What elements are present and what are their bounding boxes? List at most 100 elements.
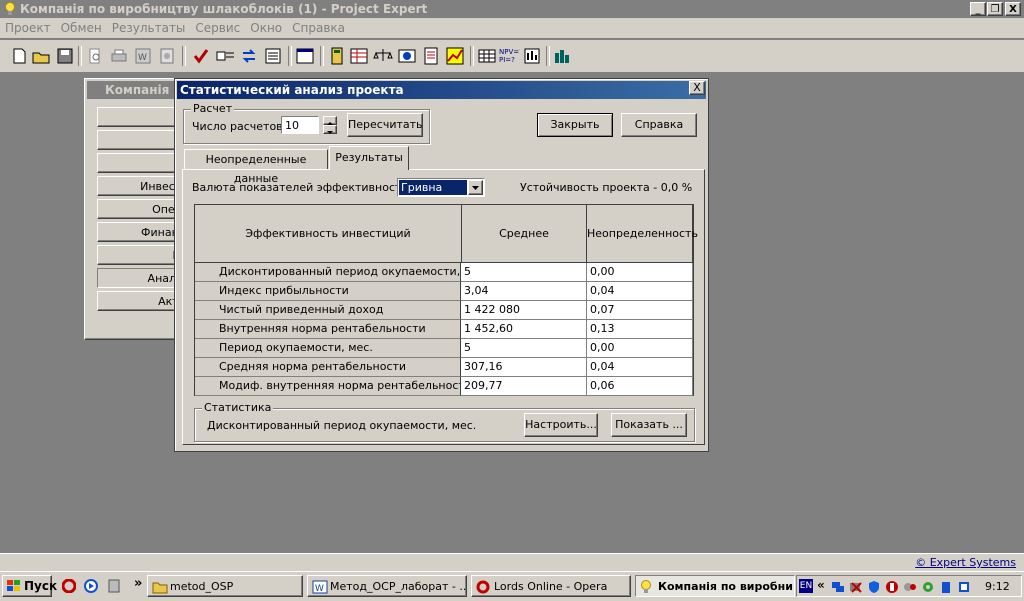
- table-cell-uncertainty[interactable]: 0,00: [587, 339, 693, 358]
- table-row: Период окупаемости, мес.: [195, 339, 461, 358]
- table-cell-mean[interactable]: 1 422 080: [461, 301, 587, 320]
- check-icon[interactable]: [190, 45, 212, 67]
- sensitivity-icon[interactable]: [522, 45, 544, 67]
- folder-icon: [152, 580, 168, 596]
- table-cell-mean[interactable]: 209,77: [461, 377, 587, 396]
- print-icon[interactable]: [108, 45, 130, 67]
- app-quicklaunch-icon[interactable]: [108, 579, 120, 596]
- task-label: Метод_ОСР_лаборат - ...: [330, 580, 467, 593]
- table-cell-mean[interactable]: 1 452,60: [461, 320, 587, 339]
- refresh-icon[interactable]: [238, 45, 260, 67]
- task-opera[interactable]: Lords Online - Opera: [471, 575, 631, 597]
- tab-results[interactable]: Результаты: [329, 146, 409, 170]
- table-cell-uncertainty[interactable]: 0,04: [587, 282, 693, 301]
- task-label: Компанія по виробни...: [658, 580, 795, 593]
- network-disconnected-icon[interactable]: [849, 580, 863, 597]
- configure-button[interactable]: Настроить...: [524, 413, 598, 437]
- table-cell-uncertainty[interactable]: 0,07: [587, 301, 693, 320]
- menu-service[interactable]: Сервис: [190, 18, 245, 35]
- table-cell-uncertainty[interactable]: 0,00: [587, 263, 693, 282]
- table-cell-mean[interactable]: 307,16: [461, 358, 587, 377]
- table-row: Индекс прибыльности: [195, 282, 461, 301]
- show-button[interactable]: Показать ...: [611, 413, 687, 437]
- results-table[interactable]: Эффективность инвестиций Среднее Неопред…: [194, 204, 698, 396]
- windows-logo-icon: [6, 579, 22, 596]
- calculator-icon[interactable]: [326, 45, 348, 67]
- save-icon[interactable]: [54, 45, 76, 67]
- task-label: metod_OSP: [170, 580, 234, 593]
- spin-down-icon[interactable]: [323, 125, 337, 134]
- lightbulb-icon: [4, 2, 16, 16]
- network-icon[interactable]: [831, 580, 845, 597]
- gear-icon[interactable]: [921, 580, 935, 597]
- cashflow-icon[interactable]: [348, 45, 370, 67]
- volume-icon[interactable]: [957, 580, 971, 597]
- document-icon[interactable]: [420, 45, 442, 67]
- quicklaunch-chevron[interactable]: »: [134, 576, 142, 591]
- chart-icon[interactable]: [444, 45, 466, 67]
- task-metod-osp[interactable]: metod_OSP: [147, 575, 303, 597]
- close-button[interactable]: X: [1005, 2, 1021, 16]
- tray-expand-icon[interactable]: «: [817, 578, 825, 592]
- table-cell-mean[interactable]: 5: [461, 263, 587, 282]
- table-cell-mean[interactable]: 5: [461, 339, 587, 358]
- task-project-expert[interactable]: Компанія по виробни...: [635, 575, 795, 597]
- analysis-icon[interactable]: [552, 45, 574, 67]
- close-dialog-button[interactable]: Закрыть: [537, 113, 613, 137]
- profit-icon[interactable]: [396, 45, 418, 67]
- report-icon[interactable]: [156, 45, 178, 67]
- media-quicklaunch-icon[interactable]: [84, 579, 98, 596]
- menu-project[interactable]: Проект: [0, 18, 56, 35]
- new-file-icon[interactable]: [8, 45, 30, 67]
- taskbar: Пуск » metod_OSP W Метод_ОСР_лаборат - .…: [0, 571, 1024, 601]
- header-efficiency: Эффективность инвестиций: [195, 205, 462, 263]
- list-icon[interactable]: [262, 45, 284, 67]
- spin-up-icon[interactable]: [323, 116, 337, 125]
- menu-window[interactable]: Окно: [245, 18, 287, 35]
- restore-button[interactable]: ❐: [987, 2, 1003, 16]
- preview-icon[interactable]: [84, 45, 106, 67]
- help-button[interactable]: Справка: [621, 113, 697, 137]
- table-cell-uncertainty[interactable]: 0,13: [587, 320, 693, 339]
- table-cell-mean[interactable]: 3,04: [461, 282, 587, 301]
- menu-bar: Проект Обмен Результаты Сервис Окно Справка: [0, 18, 1024, 38]
- word-export-icon[interactable]: W: [132, 45, 154, 67]
- start-label: Пуск: [24, 579, 58, 593]
- clock[interactable]: 9:12: [985, 580, 1010, 593]
- window-icon[interactable]: [294, 45, 316, 67]
- checklist-icon[interactable]: [214, 45, 236, 67]
- battery-icon[interactable]: [939, 580, 953, 597]
- minimize-button[interactable]: _: [970, 2, 986, 16]
- recalc-button[interactable]: Пересчитать: [347, 113, 423, 137]
- balance-icon[interactable]: [372, 45, 394, 67]
- security-icon[interactable]: [885, 580, 899, 597]
- header-mean: Среднее: [462, 205, 587, 263]
- dialog-close-icon[interactable]: X: [689, 81, 705, 95]
- start-button[interactable]: Пуск: [2, 575, 57, 597]
- chevron-down-icon[interactable]: [468, 180, 483, 195]
- tab-uncertain-data[interactable]: Неопределенные данные: [184, 149, 328, 185]
- antivirus-icon[interactable]: [903, 580, 917, 597]
- opera-quicklaunch-icon[interactable]: [61, 578, 77, 596]
- shield-icon[interactable]: [867, 580, 881, 597]
- stats-selected-text: Дисконтированный период окупаемости, мес…: [207, 419, 477, 432]
- calc-group-label: Расчет: [191, 102, 235, 115]
- menu-results[interactable]: Результаты: [107, 18, 191, 35]
- table-icon[interactable]: [476, 45, 498, 67]
- app-title: Компанія по виробництву шлакоблоків (1) …: [20, 2, 428, 16]
- task-word-doc[interactable]: W Метод_ОСР_лаборат - ...: [307, 575, 467, 597]
- expert-systems-link[interactable]: © Expert Systems: [915, 556, 1016, 569]
- opera-icon: [476, 580, 490, 596]
- system-tray: EN « 9:12: [796, 575, 1022, 597]
- menu-help[interactable]: Справка: [287, 18, 350, 35]
- language-indicator[interactable]: EN: [799, 579, 813, 593]
- currency-select[interactable]: Гривна: [397, 178, 485, 197]
- menu-exchange[interactable]: Обмен: [56, 18, 107, 35]
- app-titlebar: Компанія по виробництву шлакоблоків (1) …: [0, 0, 1024, 18]
- npv-pi-icon[interactable]: NPV=?PI=?: [498, 45, 523, 67]
- calc-count-input[interactable]: 10: [281, 116, 319, 134]
- open-folder-icon[interactable]: [30, 45, 52, 67]
- toolbar: W NPV=?PI=?: [0, 40, 1024, 73]
- table-cell-uncertainty[interactable]: 0,06: [587, 377, 693, 396]
- table-cell-uncertainty[interactable]: 0,04: [587, 358, 693, 377]
